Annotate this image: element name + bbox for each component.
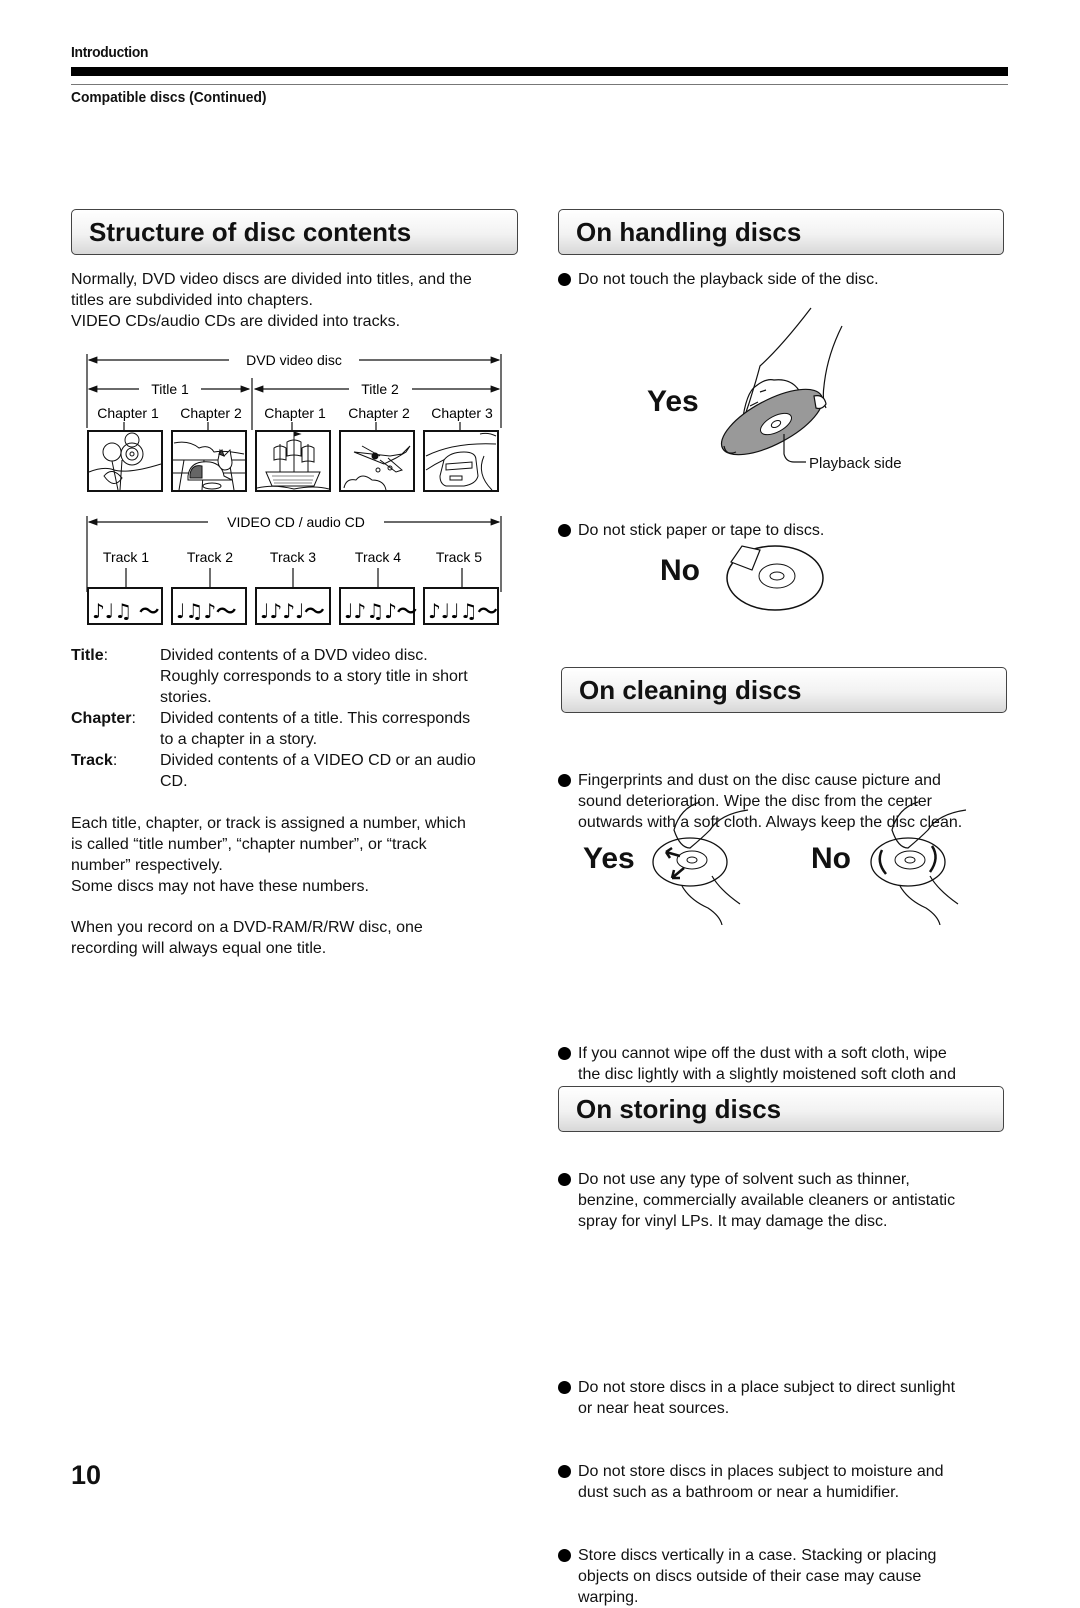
bullet-icon (558, 774, 571, 787)
text-line: Some discs may not have these numbers. (71, 878, 369, 895)
structure-intro: Normally, DVD video discs are divided in… (71, 269, 531, 332)
track-label: Track 3 (270, 549, 316, 565)
term: Title (71, 647, 104, 664)
term: Track (71, 752, 113, 769)
desc-line: Divided contents of a VIDEO CD or an aud… (160, 752, 476, 769)
text-line: number” respectively. (71, 857, 223, 874)
dvd-structure-diagram: DVD video disc Title 1 Title 2 Chapter 1… (86, 352, 502, 492)
disc-with-tape-illustration (726, 545, 824, 611)
bullet-text: dust such as a bathroom or near a humidi… (578, 1484, 900, 1501)
desc-line: CD. (160, 773, 188, 790)
bullet-text: benzine, commercially available cleaners… (578, 1192, 956, 1209)
storing-bullet: Do not store discs in a place subject to… (558, 1377, 1030, 1419)
title-1-label: Title 1 (151, 381, 189, 397)
definition-list: Title: Divided contents of a DVD video d… (71, 645, 521, 792)
bullet-text: Fingerprints and dust on the disc cause … (578, 772, 941, 789)
playback-side-label: Playback side (809, 455, 902, 472)
cd-structure-diagram: VIDEO CD / audio CD Track 1 Track 2 Trac… (86, 514, 502, 625)
numbering-paragraph: Each title, chapter, or track is assigne… (71, 813, 531, 897)
recording-paragraph: When you record on a DVD-RAM/R/RW disc, … (71, 917, 531, 959)
definition-track: Track: Divided contents of a VIDEO CD or… (71, 750, 521, 792)
term: Chapter (71, 710, 132, 727)
bullet-text: warping. (578, 1589, 639, 1606)
bullet-icon (558, 524, 571, 537)
section-title-cleaning: On cleaning discs (561, 667, 1007, 713)
hand-holding-disc-illustration (720, 307, 843, 463)
title-2-label: Title 2 (361, 381, 399, 397)
bullet-icon (558, 1549, 571, 1562)
chapter-label: Chapter 3 (431, 405, 493, 421)
disc-icon (652, 837, 728, 887)
page-number: 10 (71, 1460, 102, 1490)
dvd-disc-label: DVD video disc (246, 352, 342, 368)
definition-title: Title: Divided contents of a DVD video d… (71, 645, 521, 708)
incorrect-wiping-illustration (870, 801, 967, 925)
cat-thumbnail (171, 430, 247, 492)
bullet-icon (558, 1173, 571, 1186)
section-title-handling: On handling discs (558, 209, 1004, 255)
no-label: No (811, 842, 851, 875)
text-line: When you record on a DVD-RAM/R/RW disc, … (71, 919, 423, 936)
text-line: is called “title number”, “chapter numbe… (71, 836, 427, 853)
cleaning-bullet: Do not use any type of solvent such as t… (558, 1169, 1030, 1232)
text-line: recording will always equal one title. (71, 940, 327, 957)
desc-line: to a chapter in a story. (160, 731, 318, 748)
music-notes-icon: ♪♩♩♫～ (428, 599, 498, 623)
text-line: VIDEO CDs/audio CDs are divided into tra… (71, 313, 401, 330)
desc-line: Divided contents of a title. This corres… (160, 710, 471, 727)
header-rule-thick (71, 67, 1008, 76)
bullet-text: spray for vinyl LPs. It may damage the d… (578, 1213, 888, 1230)
chapter-label: Chapter 2 (180, 405, 242, 421)
storing-bullet: Do not store discs in places subject to … (558, 1461, 1030, 1503)
desc-line: stories. (160, 689, 212, 706)
desc-line: Roughly corresponds to a story title in … (160, 668, 468, 685)
music-notes-icon: ♩♫♪～ (176, 599, 236, 623)
chapter-label: Chapter 1 (264, 405, 326, 421)
bullet-icon (558, 1047, 571, 1060)
bullet-text: Do not store discs in places subject to … (578, 1463, 944, 1480)
bullet-text: objects on discs outside of their case m… (578, 1568, 922, 1585)
storing-bullet: Store discs vertically in a case. Stacki… (558, 1545, 1030, 1608)
section-header: Introduction (71, 44, 149, 61)
chapter-label: Chapter 2 (348, 405, 410, 421)
cd-disc-label: VIDEO CD / audio CD (227, 514, 365, 530)
yes-label: Yes (583, 842, 635, 875)
desc-line: Divided contents of a DVD video disc. (160, 647, 428, 664)
subsection-header: Compatible discs (Continued) (71, 89, 267, 106)
correct-wiping-illustration (652, 801, 749, 925)
track-label: Track 4 (355, 549, 401, 565)
bullet-text: or near heat sources. (578, 1400, 730, 1417)
handling-bullet: Do not stick paper or tape to discs. (558, 520, 1028, 541)
text-line: titles are subdivided into chapters. (71, 292, 313, 309)
bullet-text: Store discs vertically in a case. Stacki… (578, 1547, 937, 1564)
music-notes-icon: ♩♪♪♩～ (260, 599, 324, 623)
bullet-text: Do not stick paper or tape to discs. (578, 522, 825, 539)
chapter-label: Chapter 1 (97, 405, 159, 421)
bullet-icon (558, 1381, 571, 1394)
track-label: Track 1 (103, 549, 149, 565)
section-title-storing: On storing discs (558, 1086, 1004, 1132)
header-rule-thin (71, 84, 1008, 85)
text-line: Each title, chapter, or track is assigne… (71, 815, 466, 832)
bullet-icon (558, 273, 571, 286)
section-title-structure: Structure of disc contents (71, 209, 518, 255)
bullet-text: the disc lightly with a slightly moisten… (578, 1066, 956, 1083)
bullet-text: Do not touch the playback side of the di… (578, 271, 879, 288)
text-line: Normally, DVD video discs are divided in… (71, 271, 472, 288)
track-label: Track 5 (436, 549, 482, 565)
music-notes-icon: ♪♩♫ ～ (92, 599, 159, 623)
bullet-text: Do not store discs in a place subject to… (578, 1379, 956, 1396)
yes-label: Yes (647, 385, 699, 418)
music-notes-icon: ♩♪♫♪～ (344, 599, 417, 623)
bullet-text: Do not use any type of solvent such as t… (578, 1171, 910, 1188)
track-label: Track 2 (187, 549, 233, 565)
no-label: No (660, 554, 700, 587)
bullet-icon (558, 1465, 571, 1478)
definition-chapter: Chapter: Divided contents of a title. Th… (71, 708, 521, 750)
bullet-text: If you cannot wipe off the dust with a s… (578, 1045, 947, 1062)
handling-bullet: Do not touch the playback side of the di… (558, 269, 1028, 290)
